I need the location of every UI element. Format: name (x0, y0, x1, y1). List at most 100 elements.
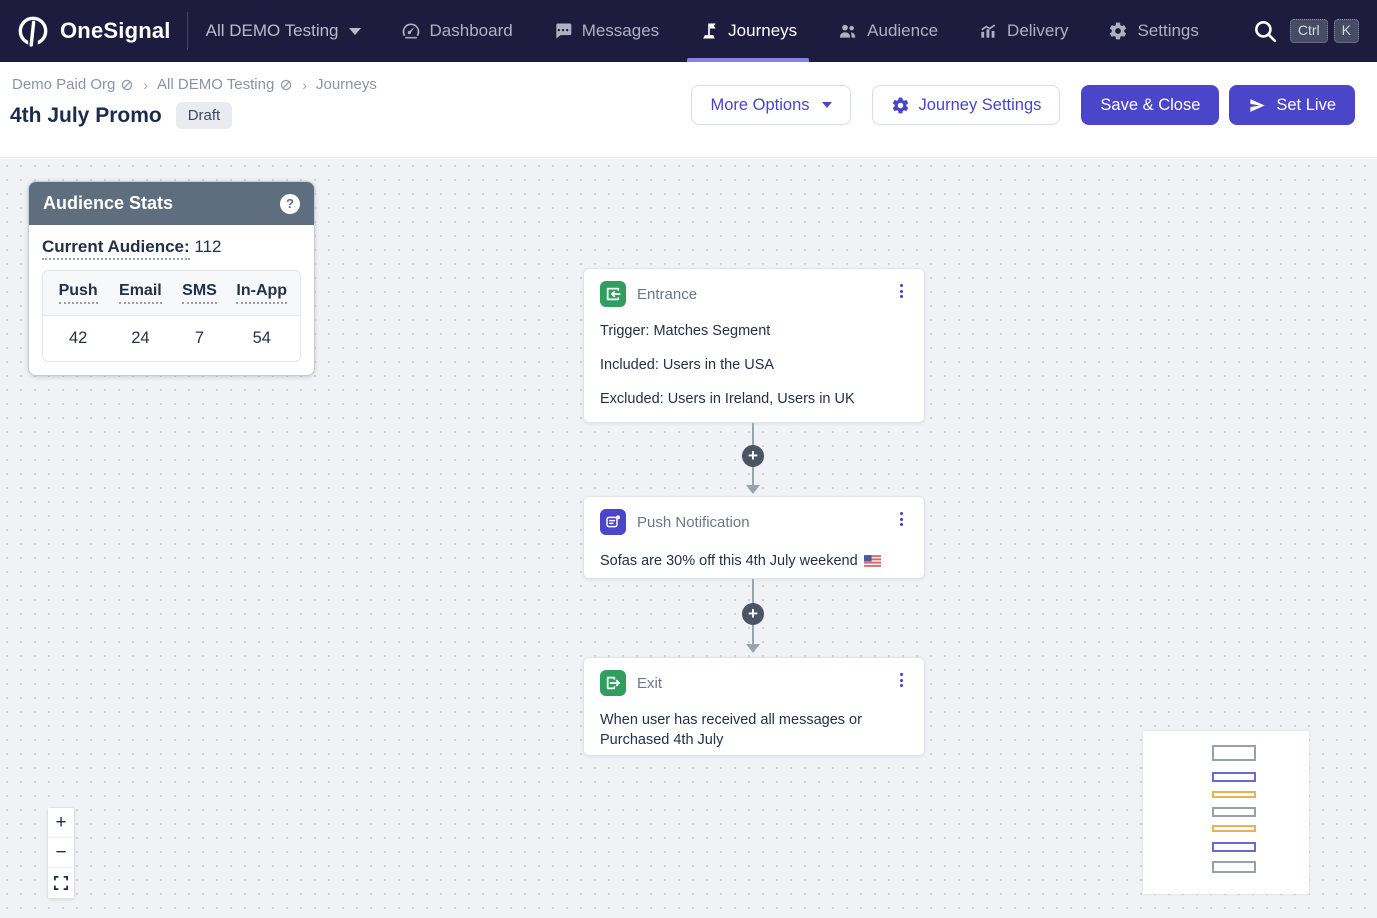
minimap-node (1212, 861, 1256, 873)
fit-view-button[interactable] (48, 868, 74, 898)
breadcrumb-label: Demo Paid Org (12, 76, 115, 93)
entrance-node-label: Entrance (637, 286, 697, 303)
connector-arrow-icon (746, 644, 760, 653)
channel-stats-table: Push Email SMS In-App 42 24 7 54 (42, 270, 301, 362)
entrance-trigger-text: Trigger: Matches Segment (600, 321, 908, 341)
shortcut-k-key: K (1334, 19, 1359, 42)
link-icon (279, 78, 293, 92)
search-icon[interactable] (1252, 18, 1278, 44)
app-selector-label: All DEMO Testing (206, 21, 339, 41)
push-message-text: Sofas are 30% off this 4th July weekend (600, 551, 858, 571)
entrance-excluded-text: Excluded: Users in Ireland, Users in UK (600, 389, 908, 409)
status-badge: Draft (176, 102, 233, 129)
exit-node-label: Exit (637, 675, 662, 692)
page-title: 4th July Promo (10, 104, 162, 128)
primary-nav: Dashboard Messages Journeys Aud (401, 0, 1199, 62)
minimap-node (1212, 807, 1256, 817)
journey-canvas[interactable]: Audience Stats ? Current Audience: 112 P… (0, 159, 1377, 918)
column-inapp: In-App (236, 282, 287, 304)
add-step-button[interactable]: + (742, 603, 764, 625)
entrance-icon (600, 281, 626, 307)
breadcrumb-journeys[interactable]: Journeys (316, 76, 377, 93)
column-sms: SMS (182, 282, 217, 304)
column-push: Push (59, 282, 98, 304)
nav-item-audience[interactable]: Audience (837, 0, 938, 62)
add-step-button[interactable]: + (742, 445, 764, 467)
nav-label: Journeys (728, 21, 797, 41)
delivery-icon (978, 21, 998, 41)
breadcrumb-label: All DEMO Testing (157, 76, 274, 93)
zoom-controls: + − (47, 807, 75, 899)
title-row: 4th July Promo Draft (10, 102, 377, 129)
breadcrumb-app[interactable]: All DEMO Testing (157, 76, 293, 93)
nav-label: Audience (867, 21, 938, 41)
settings-gear-icon (1108, 21, 1128, 41)
app-selector-dropdown[interactable]: All DEMO Testing (206, 21, 361, 41)
column-email: Email (119, 282, 162, 304)
breadcrumb-separator: › (143, 77, 148, 93)
minimap-node (1212, 772, 1256, 782)
value-inapp: 54 (228, 329, 296, 348)
exit-node[interactable]: Exit When user has received all messages… (583, 657, 925, 756)
journey-settings-button[interactable]: Journey Settings (872, 85, 1061, 125)
save-close-label: Save & Close (1100, 96, 1200, 115)
journeys-icon (699, 21, 719, 41)
channel-stats-value-row: 42 24 7 54 (43, 316, 300, 361)
minimap-node (1212, 791, 1256, 798)
breadcrumb-label: Journeys (316, 76, 377, 93)
audience-stats-panel: Audience Stats ? Current Audience: 112 P… (28, 181, 315, 376)
send-icon (1248, 96, 1267, 115)
nav-item-dashboard[interactable]: Dashboard (401, 0, 513, 62)
entrance-included-text: Included: Users in the USA (600, 355, 908, 375)
breadcrumb: Demo Paid Org › All DEMO Testing › Journ… (10, 76, 377, 93)
zoom-out-button[interactable]: − (48, 838, 74, 868)
breadcrumb-org[interactable]: Demo Paid Org (12, 76, 134, 93)
push-node-label: Push Notification (637, 514, 750, 531)
channel-stats-header-row: Push Email SMS In-App (43, 271, 300, 316)
push-node-menu-icon[interactable] (895, 509, 908, 529)
minimap-node (1212, 842, 1256, 852)
set-live-label: Set Live (1276, 96, 1336, 115)
nav-label: Delivery (1007, 21, 1068, 41)
onesignal-logo-icon (16, 14, 50, 48)
messages-icon (553, 21, 573, 41)
help-icon[interactable]: ? (280, 194, 300, 214)
value-email: 24 (109, 329, 171, 348)
set-live-button[interactable]: Set Live (1229, 85, 1355, 125)
onesignal-brand[interactable]: OneSignal (16, 14, 171, 48)
nav-item-settings[interactable]: Settings (1108, 0, 1198, 62)
current-audience-value: 112 (194, 237, 221, 256)
us-flag-icon (864, 555, 881, 567)
minimap[interactable] (1143, 731, 1309, 894)
breadcrumb-separator: › (302, 77, 307, 93)
current-audience-label: Current Audience: (42, 237, 190, 260)
gear-icon (891, 96, 910, 115)
exit-description-text: When user has received all messages or P… (600, 710, 895, 750)
entrance-node-menu-icon[interactable] (895, 281, 908, 301)
entrance-node[interactable]: Entrance Trigger: Matches Segment Includ… (583, 268, 925, 423)
nav-item-delivery[interactable]: Delivery (978, 0, 1068, 62)
audience-stats-title: Audience Stats (43, 193, 173, 214)
shortcut-ctrl-key: Ctrl (1290, 19, 1328, 42)
connector-arrow-icon (746, 485, 760, 494)
more-options-button[interactable]: More Options (691, 85, 850, 125)
navbar-right: Ctrl K (1252, 18, 1359, 44)
save-close-button[interactable]: Save & Close (1081, 85, 1219, 125)
nav-label: Messages (582, 21, 659, 41)
minimap-node (1212, 745, 1256, 761)
push-notification-node[interactable]: Push Notification Sofas are 30% off this… (583, 496, 925, 579)
link-icon (120, 78, 134, 92)
top-navbar: OneSignal All DEMO Testing Dashboard Mes… (0, 0, 1377, 62)
page-header-left: Demo Paid Org › All DEMO Testing › Journ… (10, 76, 377, 157)
nav-item-messages[interactable]: Messages (553, 0, 659, 62)
chevron-down-icon (349, 28, 361, 35)
zoom-in-button[interactable]: + (48, 808, 74, 838)
audience-icon (837, 21, 858, 41)
exit-icon (600, 670, 626, 696)
active-tab-underline (687, 58, 809, 62)
nav-label: Settings (1137, 21, 1198, 41)
nav-item-journeys[interactable]: Journeys (699, 0, 797, 62)
value-push: 42 (47, 329, 109, 348)
journey-settings-label: Journey Settings (919, 96, 1042, 115)
exit-node-menu-icon[interactable] (895, 670, 908, 690)
